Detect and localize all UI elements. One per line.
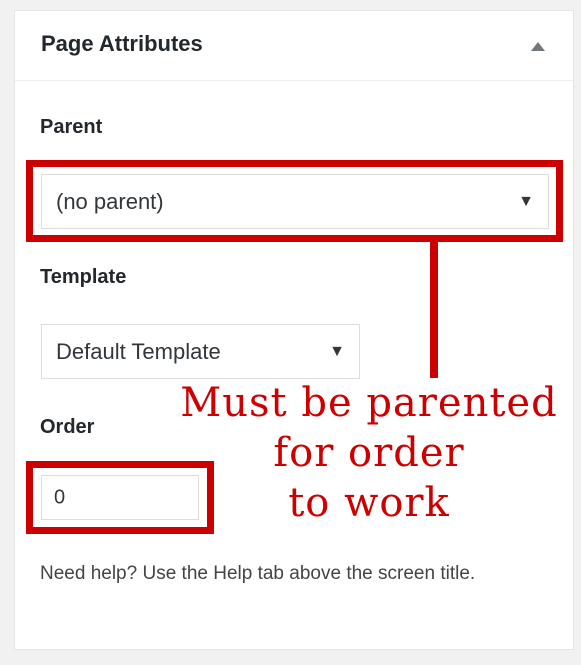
help-text: Need help? Use the Help tab above the sc… — [40, 563, 476, 584]
annotation-connector-line — [430, 238, 438, 378]
annotation-line-3: to work — [288, 480, 450, 526]
parent-label: Parent — [40, 116, 103, 138]
template-label: Template — [40, 266, 127, 288]
parent-select-value: (no parent) — [56, 188, 164, 214]
annotation-line-1: Must be parented — [180, 380, 558, 426]
order-input-value: 0 — [54, 486, 66, 508]
template-select-value: Default Template — [56, 338, 221, 364]
panel-header[interactable]: Page Attributes — [15, 11, 573, 81]
template-select[interactable]: Default Template ▼ — [41, 324, 360, 379]
parent-select[interactable]: (no parent) ▼ — [41, 174, 549, 229]
annotation-text: Must be parented for order to work — [160, 378, 578, 528]
panel-title: Page Attributes — [41, 31, 203, 56]
caret-down-icon: ▼ — [518, 192, 534, 210]
annotation-line-2: for order — [273, 430, 465, 476]
screenshot-stage: Page Attributes Parent (no parent) ▼ Tem… — [0, 0, 581, 665]
order-label: Order — [40, 416, 95, 438]
caret-down-icon: ▼ — [329, 342, 345, 360]
triangle-up-icon[interactable] — [531, 42, 545, 51]
